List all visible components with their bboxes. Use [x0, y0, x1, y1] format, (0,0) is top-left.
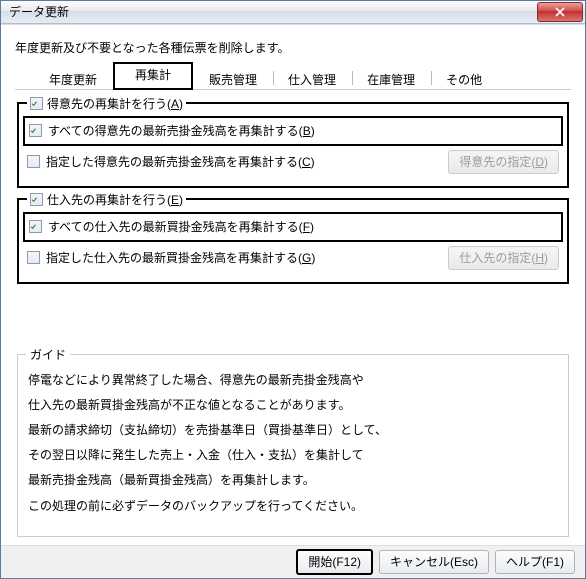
label-shiire-specified: 指定した仕入先の最新買掛金残高を再集計する(G) [46, 249, 315, 266]
label-tokui-all: すべての得意先の最新売掛金残高を再集計する(B) [48, 122, 315, 139]
checkbox-tokui-enable[interactable] [30, 97, 43, 110]
guide-line: その翌日以降に発生した売上・入金（仕入・支払）を集計して [28, 446, 558, 465]
row-shiire-specified: 指定した仕入先の最新買掛金残高を再集計する(G) 仕入先の指定(H) [27, 246, 559, 270]
tab-panel-saishukei: 得意先の再集計を行う(A) すべての得意先の最新売掛金残高を再集計する(B) 指… [15, 89, 571, 284]
close-button[interactable] [537, 2, 583, 22]
row-shiire-all: すべての仕入先の最新買掛金残高を再集計する(F) [23, 212, 563, 242]
guide-line: 最新の請求締切（支払締切）を売掛基準日（買掛基準日）として、 [28, 421, 558, 440]
guide-line: 最新売掛金残高（最新買掛金残高）を再集計します。 [28, 471, 558, 490]
checkbox-shiire-enable[interactable] [30, 193, 43, 206]
cancel-button[interactable]: キャンセル(Esc) [379, 550, 489, 574]
row-tokui-all: すべての得意先の最新売掛金残高を再集計する(B) [23, 116, 563, 146]
start-button[interactable]: 開始(F12) [296, 549, 373, 575]
guide-title: ガイド [26, 346, 70, 363]
guide-box: ガイド 停電などにより異常終了した場合、得意先の最新売掛金残高や 仕入先の最新買… [17, 354, 569, 537]
guide-line: 仕入先の最新買掛金残高が不正な値となることがあります。 [28, 396, 558, 415]
tab-sonota[interactable]: その他 [434, 70, 494, 90]
tab-zaiko[interactable]: 在庫管理 [355, 70, 427, 90]
tab-separator [273, 71, 274, 85]
label-tokui-specified: 指定した得意先の最新売掛金残高を再集計する(C) [46, 153, 315, 170]
tab-hanbai[interactable]: 販売管理 [197, 70, 269, 90]
titlebar: データ更新 [1, 1, 585, 24]
help-button[interactable]: ヘルプ(F1) [495, 550, 575, 574]
group-tokui-label: 得意先の再集計を行う(A) [47, 95, 183, 112]
tab-bar: 年度更新 再集計 販売管理 仕入管理 在庫管理 その他 [37, 66, 571, 90]
window-title: データ更新 [9, 3, 537, 20]
content-area: 年度更新及び不要となった各種伝票を削除します。 年度更新 再集計 販売管理 仕入… [1, 24, 585, 545]
checkbox-tokui-specified[interactable] [27, 155, 40, 168]
window: データ更新 年度更新及び不要となった各種伝票を削除します。 年度更新 再集計 販… [0, 0, 586, 579]
tab-nendo[interactable]: 年度更新 [37, 70, 109, 90]
group-tokui: 得意先の再集計を行う(A) すべての得意先の最新売掛金残高を再集計する(B) 指… [17, 102, 569, 188]
checkbox-shiire-specified[interactable] [27, 251, 40, 264]
intro-text: 年度更新及び不要となった各種伝票を削除します。 [15, 39, 571, 56]
tab-saishukei[interactable]: 再集計 [113, 62, 193, 90]
guide-line: 停電などにより異常終了した場合、得意先の最新売掛金残高や [28, 371, 558, 390]
checkbox-shiire-all[interactable] [29, 220, 42, 233]
checkbox-tokui-all[interactable] [29, 124, 42, 137]
group-shiire: 仕入先の再集計を行う(E) すべての仕入先の最新買掛金残高を再集計する(F) 指… [17, 198, 569, 284]
tab-shiire[interactable]: 仕入管理 [276, 70, 348, 90]
label-shiire-all: すべての仕入先の最新買掛金残高を再集計する(F) [48, 218, 314, 235]
footer: 開始(F12) キャンセル(Esc) ヘルプ(F1) [1, 545, 585, 578]
group-shiire-legend[interactable]: 仕入先の再集計を行う(E) [27, 191, 186, 208]
group-shiire-label: 仕入先の再集計を行う(E) [47, 191, 183, 208]
guide-line: この処理の前に必ずデータのバックアップを行ってください。 [28, 497, 558, 516]
row-tokui-specified: 指定した得意先の最新売掛金残高を再集計する(C) 得意先の指定(D) [27, 150, 559, 174]
group-tokui-legend[interactable]: 得意先の再集計を行う(A) [27, 95, 186, 112]
button-shiire-select: 仕入先の指定(H) [448, 246, 559, 270]
button-tokui-select: 得意先の指定(D) [448, 150, 559, 174]
tab-separator [431, 71, 432, 85]
close-icon [555, 7, 565, 17]
tab-separator [352, 71, 353, 85]
